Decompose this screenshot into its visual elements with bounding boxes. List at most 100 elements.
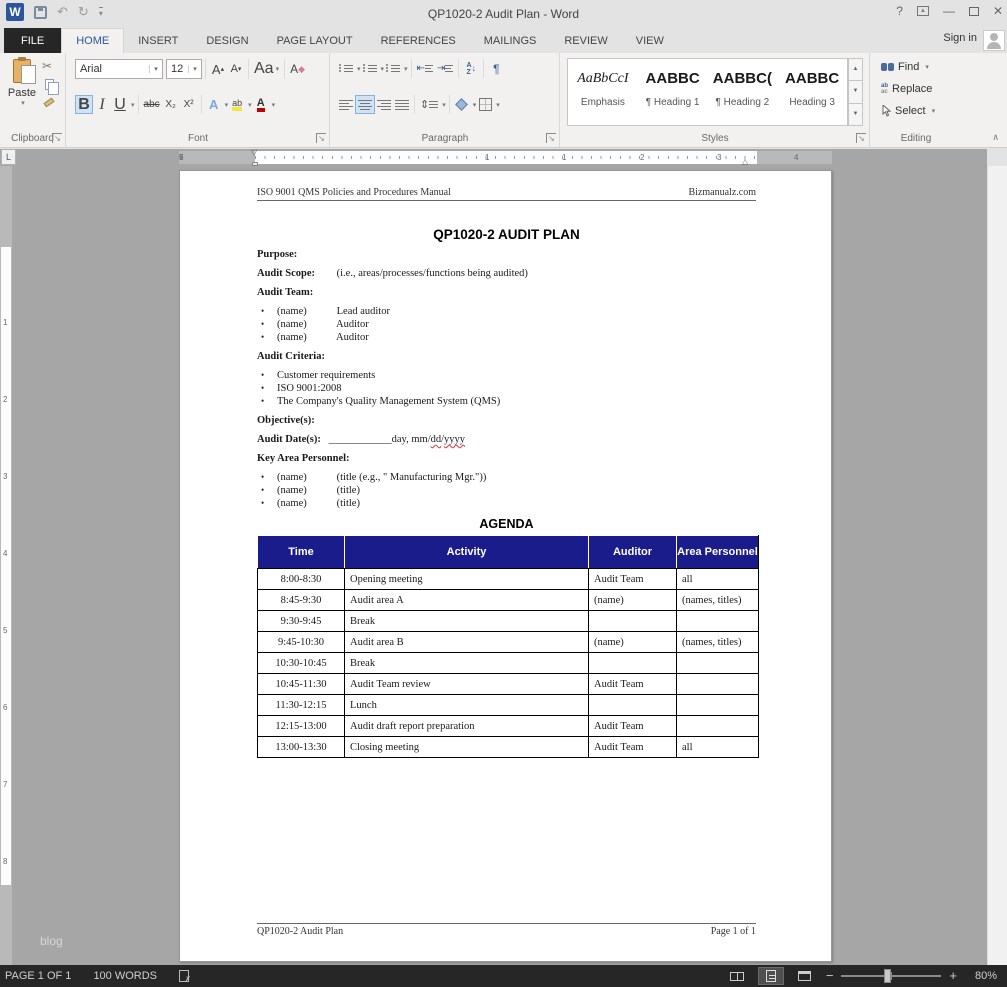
decrease-indent-button[interactable]: ⇤: [415, 59, 435, 78]
copy-icon[interactable]: [45, 79, 54, 90]
cut-icon[interactable]: ✂: [42, 59, 57, 73]
multilevel-dropdown-icon[interactable]: ▾: [404, 65, 408, 73]
strikethrough-button[interactable]: abc: [142, 95, 162, 114]
font-size-combo[interactable]: 12 ▾: [166, 59, 202, 79]
cell-area[interactable]: [677, 611, 759, 632]
find-button[interactable]: Find ▾: [881, 58, 935, 76]
font-size-dropdown-icon[interactable]: ▾: [188, 65, 201, 73]
font-name-dropdown-icon[interactable]: ▾: [149, 65, 162, 73]
paste-button[interactable]: Paste ▾: [5, 59, 39, 123]
page-footer-right[interactable]: Page 1 of 1: [711, 926, 756, 937]
gallery-up-icon[interactable]: ▲: [848, 58, 863, 81]
cell-area[interactable]: all: [677, 569, 759, 590]
multilevel-list-button[interactable]: [384, 59, 402, 78]
doc-line[interactable]: • Audit Scope: (i.e., areas/processes/fu…: [257, 267, 756, 280]
doc-line[interactable]: • ISO 9001:2008: [257, 382, 756, 395]
cell-activity[interactable]: Opening meeting: [345, 569, 589, 590]
page-footer[interactable]: QP1020-2 Audit Plan Page 1 of 1: [257, 923, 756, 937]
doc-line[interactable]: • Key Area Personnel:: [257, 452, 756, 465]
doc-line[interactable]: • (name) Auditor: [257, 331, 756, 344]
zoom-slider[interactable]: [841, 975, 941, 977]
doc-line[interactable]: • (name) (title): [257, 484, 756, 497]
cell-area[interactable]: (names, titles): [677, 632, 759, 653]
grow-font-button[interactable]: A▴: [209, 60, 227, 79]
cell-auditor[interactable]: [589, 695, 677, 716]
borders-dropdown-icon[interactable]: ▾: [496, 101, 500, 109]
page-header[interactable]: ISO 9001 QMS Policies and Procedures Man…: [257, 187, 756, 201]
underline-button[interactable]: U: [111, 95, 129, 114]
cell-time[interactable]: 10:45-11:30: [258, 674, 345, 695]
page-footer-left[interactable]: QP1020-2 Audit Plan: [257, 926, 343, 937]
superscript-button[interactable]: X²: [180, 95, 198, 114]
ribbon-tab[interactable]: INSERT: [124, 28, 192, 53]
cell-activity[interactable]: Audit area B: [345, 632, 589, 653]
zoom-level[interactable]: 80%: [965, 970, 997, 982]
cell-area[interactable]: (names, titles): [677, 590, 759, 611]
zoom-slider-thumb[interactable]: [884, 969, 891, 983]
word-count[interactable]: 100 WORDS: [93, 970, 157, 982]
cell-activity[interactable]: Audit area A: [345, 590, 589, 611]
cell-time[interactable]: 12:15-13:00: [258, 716, 345, 737]
select-dropdown-icon[interactable]: ▾: [932, 107, 936, 115]
shrink-font-button[interactable]: A▾: [227, 60, 245, 79]
proofing-errors-icon[interactable]: [179, 970, 189, 982]
cell-time[interactable]: 9:45-10:30: [258, 632, 345, 653]
agenda-header-cell[interactable]: Auditor: [589, 536, 677, 569]
replace-button[interactable]: abac Replace: [881, 80, 935, 98]
cell-time[interactable]: 10:30-10:45: [258, 653, 345, 674]
cell-activity[interactable]: Break: [345, 611, 589, 632]
gallery-more-icon[interactable]: ▼: [848, 104, 863, 126]
increase-indent-button[interactable]: ⇥: [435, 59, 455, 78]
italic-button[interactable]: I: [93, 95, 111, 114]
doc-line[interactable]: • (name) Auditor: [257, 318, 756, 331]
cell-area[interactable]: [677, 653, 759, 674]
doc-line[interactable]: • (name) (title): [257, 497, 756, 510]
line-spacing-dropdown-icon[interactable]: ▾: [442, 101, 446, 109]
page-indicator[interactable]: PAGE 1 OF 1: [5, 970, 71, 982]
vertical-scrollbar[interactable]: [987, 166, 1007, 965]
doc-line[interactable]: • Purpose:: [257, 248, 756, 261]
cell-auditor[interactable]: (name): [589, 590, 677, 611]
style-item[interactable]: AaBbCcI Emphasis: [568, 59, 638, 125]
agenda-header-cell[interactable]: Time: [258, 536, 345, 569]
account-avatar[interactable]: [983, 30, 1005, 51]
close-icon[interactable]: ✕: [993, 4, 1003, 18]
shading-button[interactable]: [453, 95, 471, 114]
select-button[interactable]: Select ▾: [881, 102, 935, 120]
agenda-title[interactable]: AGENDA: [257, 517, 756, 531]
minimize-icon[interactable]: —: [943, 4, 955, 18]
cell-auditor[interactable]: Audit Team: [589, 674, 677, 695]
style-item[interactable]: AABBC Heading 3: [777, 59, 847, 125]
cell-auditor[interactable]: (name): [589, 632, 677, 653]
web-layout-button[interactable]: [792, 967, 818, 985]
page-header-right[interactable]: Bizmanualz.com: [689, 187, 756, 198]
ribbon-tab[interactable]: PAGE LAYOUT: [263, 28, 367, 53]
doc-line[interactable]: • (name) (title (e.g., " Manufacturing M…: [257, 471, 756, 484]
collapse-ribbon-icon[interactable]: ∧: [992, 132, 999, 143]
underline-dropdown-icon[interactable]: ▾: [131, 101, 135, 109]
cell-activity[interactable]: Break: [345, 653, 589, 674]
zoom-in-button[interactable]: +: [949, 971, 957, 981]
cell-time[interactable]: 8:00-8:30: [258, 569, 345, 590]
borders-button[interactable]: [476, 95, 494, 114]
font-color-button[interactable]: A: [252, 95, 270, 114]
cell-area[interactable]: [677, 695, 759, 716]
cell-activity[interactable]: Audit draft report preparation: [345, 716, 589, 737]
doc-line[interactable]: • Customer requirements: [257, 369, 756, 382]
justify-button[interactable]: [393, 95, 411, 114]
horizontal-ruler[interactable]: ▽ △ 11234567: [179, 151, 832, 164]
align-right-button[interactable]: [375, 95, 393, 114]
doc-line[interactable]: • (name) Lead auditor: [257, 305, 756, 318]
agenda-header-cell[interactable]: Activity: [345, 536, 589, 569]
agenda-header-cell[interactable]: Area Personnel: [677, 536, 759, 569]
align-center-button[interactable]: [355, 95, 375, 114]
cell-auditor[interactable]: Audit Team: [589, 716, 677, 737]
font-color-dropdown-icon[interactable]: ▾: [272, 101, 276, 109]
sign-in-link[interactable]: Sign in: [943, 32, 977, 44]
bullets-button[interactable]: [337, 59, 355, 78]
doc-line[interactable]: • Objective(s):: [257, 414, 756, 427]
bold-button[interactable]: B: [75, 95, 93, 114]
doc-line[interactable]: • Audit Criteria:: [257, 350, 756, 363]
cell-time[interactable]: 13:00-13:30: [258, 737, 345, 758]
align-left-button[interactable]: [337, 95, 355, 114]
